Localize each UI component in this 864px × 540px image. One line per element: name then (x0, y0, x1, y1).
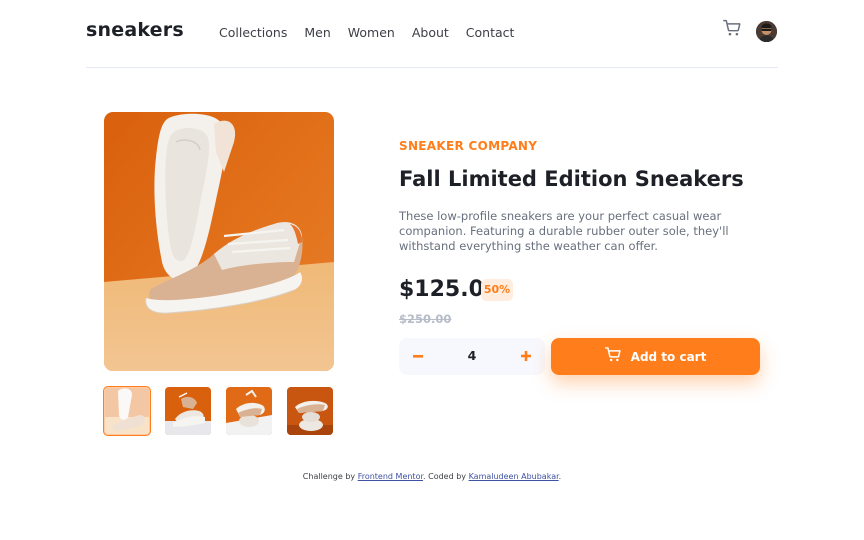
discount-badge: 50% (481, 279, 513, 301)
company-label: SNEAKER COMPANY (399, 139, 538, 153)
attribution-middle: . Coded by (423, 472, 467, 481)
quantity-stepper: 4 (399, 338, 545, 375)
author-link[interactable]: Kamaludeen Abubakar (469, 472, 559, 481)
product-main-image[interactable] (104, 112, 334, 371)
avatar[interactable] (756, 21, 777, 42)
nav-about[interactable]: About (412, 25, 449, 40)
attribution-prefix: Challenge by (302, 472, 356, 481)
thumbnail-4[interactable] (287, 387, 333, 435)
nav-contact[interactable]: Contact (466, 25, 515, 40)
product-description: These low-profile sneakers are your perf… (399, 209, 729, 253)
nav-women[interactable]: Women (348, 25, 395, 40)
main-nav: Collections Men Women About Contact (219, 25, 531, 40)
cart-icon (604, 347, 621, 366)
product-title: Fall Limited Edition Sneakers (399, 167, 744, 191)
thumbnail-2[interactable] (165, 387, 211, 435)
attribution-suffix: . (558, 472, 562, 481)
add-to-cart-label: Add to cart (630, 349, 707, 364)
attribution: Challenge by Frontend Mentor. Coded by K… (0, 472, 864, 481)
quantity-value: 4 (467, 348, 477, 363)
plus-icon[interactable] (516, 346, 536, 366)
cart-icon[interactable] (723, 19, 741, 37)
original-price: $250.00 (399, 312, 452, 326)
thumbnail-3[interactable] (226, 387, 272, 435)
frontend-mentor-link[interactable]: Frontend Mentor (358, 472, 423, 481)
site-header: sneakers Collections Men Women About Con… (86, 0, 778, 68)
logo[interactable]: sneakers (86, 19, 184, 41)
thumbnail-strip (103, 386, 333, 436)
nav-collections[interactable]: Collections (219, 25, 287, 40)
nav-men[interactable]: Men (304, 25, 330, 40)
thumbnail-1[interactable] (103, 386, 151, 436)
minus-icon[interactable] (408, 346, 428, 366)
add-to-cart-button[interactable]: Add to cart (551, 338, 760, 375)
